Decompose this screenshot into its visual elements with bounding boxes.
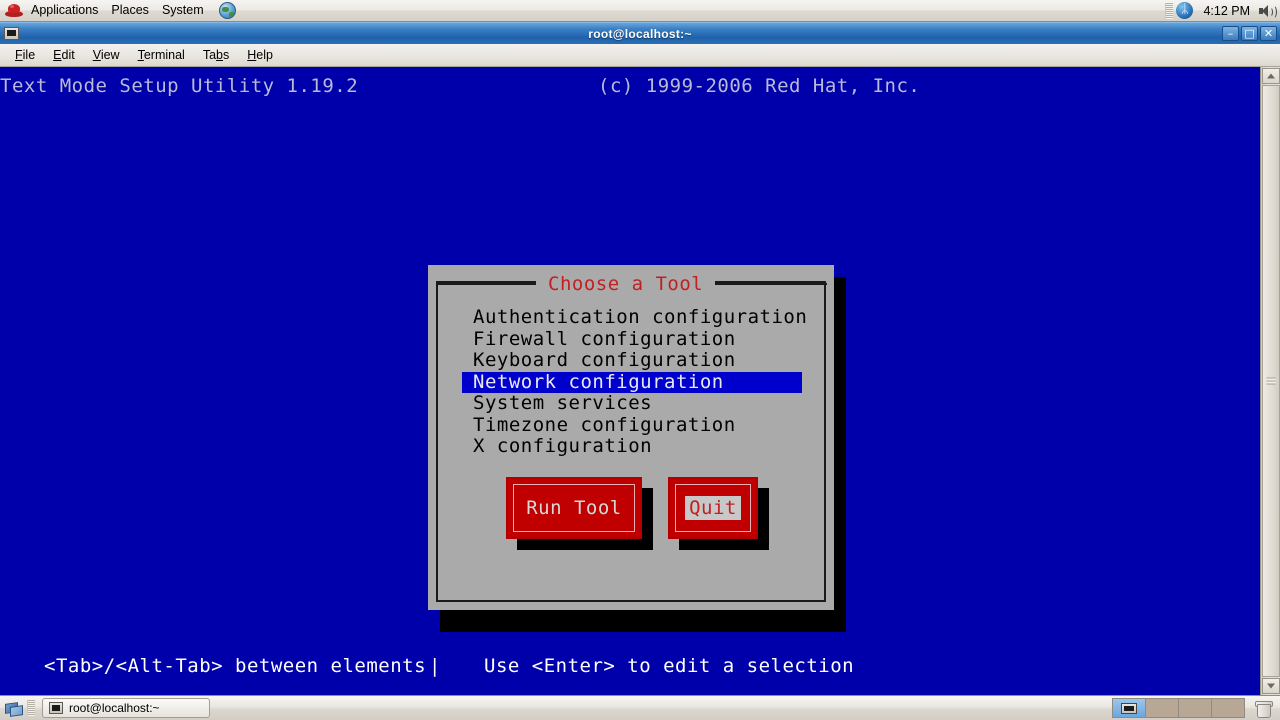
window-title-bar[interactable]: root@localhost:~ – □ ✕	[0, 22, 1280, 44]
menu-system[interactable]: System	[156, 0, 211, 24]
list-item-keyboard-configuration[interactable]: Keyboard configuration	[462, 349, 802, 372]
redhat-logo-icon	[4, 2, 24, 19]
list-item-system-services[interactable]: System services	[462, 392, 802, 415]
gnome-top-panel: Applications Places System ᛦ 4:12 PM	[0, 0, 1280, 22]
run-tool-button[interactable]: Run Tool	[506, 477, 642, 539]
show-desktop-icon[interactable]	[3, 698, 23, 718]
menu-tabs[interactable]: Tabs	[194, 46, 238, 65]
bluetooth-glyph: ᛦ	[1181, 2, 1189, 17]
quit-button-label: Quit	[685, 496, 741, 520]
menu-terminal[interactable]: Terminal	[129, 46, 194, 65]
menu-bar: File Edit View Terminal Tabs Help	[0, 44, 1280, 67]
terminal-icon	[49, 702, 63, 714]
window-title: root@localhost:~	[588, 26, 692, 41]
top-panel-left-group: Applications Places System	[0, 0, 236, 21]
panel-separator-grip	[1165, 2, 1174, 19]
quit-button[interactable]: Quit	[668, 477, 758, 539]
minimize-button[interactable]: –	[1222, 26, 1239, 41]
scrollbar-thumb[interactable]	[1262, 85, 1280, 677]
footer-hint-tab: <Tab>/<Alt-Tab> between elements	[44, 655, 427, 677]
volume-icon[interactable]	[1258, 3, 1277, 19]
menu-places[interactable]: Places	[105, 0, 156, 24]
menu-edit[interactable]: Edit	[44, 46, 84, 65]
minimize-icon: –	[1227, 27, 1234, 40]
clock[interactable]: 4:12 PM	[1199, 4, 1254, 18]
setup-utility-header: Text Mode Setup Utility 1.19.2	[0, 75, 359, 97]
tty-screen[interactable]: Text Mode Setup Utility 1.19.2 (c) 1999-…	[0, 67, 1260, 695]
workspace-switcher[interactable]	[1112, 698, 1245, 718]
tool-list[interactable]: Authentication configuration Firewall co…	[462, 306, 807, 458]
workspace-2[interactable]	[1146, 699, 1179, 717]
menu-applications[interactable]: Applications	[25, 0, 105, 24]
close-button[interactable]: ✕	[1260, 26, 1277, 41]
workspace-area	[1112, 698, 1277, 718]
scroll-down-arrow-icon[interactable]	[1262, 678, 1280, 694]
workspace-1[interactable]	[1113, 699, 1146, 717]
list-item-firewall-configuration[interactable]: Firewall configuration	[462, 328, 802, 351]
dialog-title-bar: Choose a Tool	[436, 273, 828, 295]
terminal-scrollbar[interactable]	[1260, 67, 1280, 695]
taskbar-window-button[interactable]: root@localhost:~	[42, 698, 210, 718]
maximize-button[interactable]: □	[1241, 26, 1258, 41]
list-item-x-configuration[interactable]: X configuration	[462, 435, 802, 458]
close-icon: ✕	[1263, 27, 1274, 40]
scroll-up-arrow-icon[interactable]	[1262, 68, 1280, 84]
trash-icon[interactable]	[1253, 698, 1273, 718]
footer-hint-enter: Use <Enter> to edit a selection	[484, 655, 855, 677]
bottom-panel-separator-grip	[27, 700, 35, 716]
choose-a-tool-dialog: Choose a Tool Authentication configurati…	[428, 265, 834, 610]
menu-view[interactable]: View	[84, 46, 129, 65]
run-tool-button-label: Run Tool	[526, 497, 622, 519]
top-panel-right-group: ᛦ 4:12 PM	[1162, 0, 1280, 21]
scrollbar-grip	[1266, 377, 1276, 385]
list-item-timezone-configuration[interactable]: Timezone configuration	[462, 414, 802, 437]
list-item-authentication-configuration[interactable]: Authentication configuration	[462, 306, 807, 329]
workspace-3[interactable]	[1179, 699, 1212, 717]
globe-icon[interactable]	[218, 2, 236, 19]
dialog-button-row: Run Tool Quit	[428, 477, 834, 577]
terminal-body: Text Mode Setup Utility 1.19.2 (c) 1999-…	[0, 67, 1280, 695]
window-controls: – □ ✕	[1222, 26, 1280, 41]
footer-separator: |	[429, 655, 441, 677]
maximize-icon: □	[1244, 27, 1255, 40]
workspace-4[interactable]	[1212, 699, 1244, 717]
menu-help[interactable]: Help	[238, 46, 282, 65]
menu-file[interactable]: File	[6, 46, 44, 65]
copyright-header: (c) 1999-2006 Red Hat, Inc.	[598, 75, 921, 97]
list-item-network-configuration[interactable]: Network configuration	[462, 371, 802, 393]
taskbar-window-label: root@localhost:~	[69, 701, 160, 715]
terminal-icon	[4, 27, 19, 40]
bluetooth-icon[interactable]: ᛦ	[1176, 2, 1194, 19]
terminal-window: root@localhost:~ – □ ✕ File Edit View Te…	[0, 22, 1280, 695]
dialog-title: Choose a Tool	[536, 273, 716, 295]
gnome-bottom-panel: root@localhost:~	[0, 695, 1280, 720]
